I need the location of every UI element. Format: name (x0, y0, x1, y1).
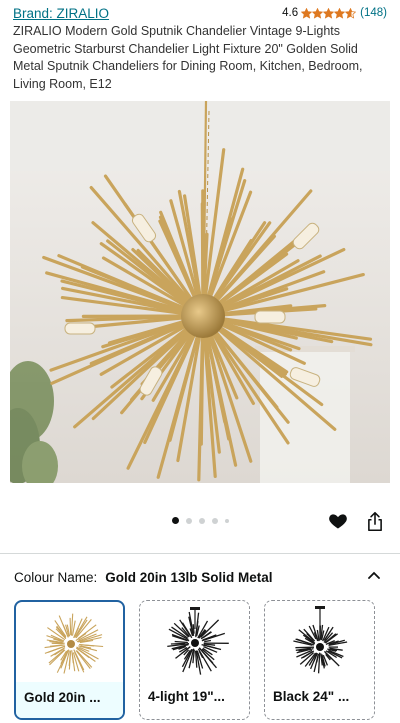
brand-rating-row: Brand: ZIRALIO 4.6 (148) (13, 4, 387, 22)
star-icon (345, 7, 357, 19)
product-image[interactable] (10, 101, 390, 483)
star-icon (312, 7, 324, 19)
variation-label: Colour Name: (14, 569, 98, 585)
star-icon (301, 7, 313, 19)
chandelier-image (10, 101, 390, 483)
swatch-label: 4-light 19"... (148, 689, 225, 704)
star-icon (323, 7, 335, 19)
rating-summary[interactable]: 4.6 (148) (282, 7, 387, 19)
swatch-label: Gold 20in ... (16, 682, 123, 718)
pagination-dot[interactable] (185, 517, 192, 524)
swatch-image-gold (44, 613, 104, 674)
variation-header[interactable]: Colour Name: Gold 20in 13lb Solid Metal (14, 568, 386, 586)
pagination-dot[interactable] (198, 517, 205, 524)
star-icon (334, 7, 346, 19)
rating-stars (301, 7, 357, 19)
variation-value: Gold 20in 13lb Solid Metal (105, 569, 273, 585)
swatch-black-24in[interactable]: Black 24" ... (264, 600, 375, 720)
review-count[interactable]: (148) (360, 7, 387, 19)
section-divider (0, 553, 400, 554)
heart-icon[interactable] (328, 511, 348, 531)
swatch-image-black-24in (293, 606, 348, 674)
brand-link[interactable]: Brand: ZIRALIO (13, 6, 109, 21)
rating-score: 4.6 (282, 7, 299, 19)
product-title: ZIRALIO Modern Gold Sputnik Chandelier V… (13, 24, 363, 91)
variation-swatches: Gold 20in ... 4-light 19"... Black 24" .… (14, 600, 400, 723)
chevron-up-icon[interactable] (368, 570, 380, 580)
product-header: Brand: ZIRALIO 4.6 (148) ZIRALIO Modern … (13, 4, 387, 93)
pagination-dot[interactable] (211, 517, 218, 524)
swatch-label: Black 24" ... (273, 689, 350, 704)
pagination-dot[interactable] (224, 518, 229, 523)
swatch-gold-20in[interactable]: Gold 20in ... (14, 600, 125, 720)
share-icon[interactable] (366, 511, 384, 532)
swatch-image-black-4light (167, 607, 229, 675)
swatch-4-light-19in[interactable]: 4-light 19"... (139, 600, 250, 720)
pagination-dot[interactable] (171, 517, 179, 524)
